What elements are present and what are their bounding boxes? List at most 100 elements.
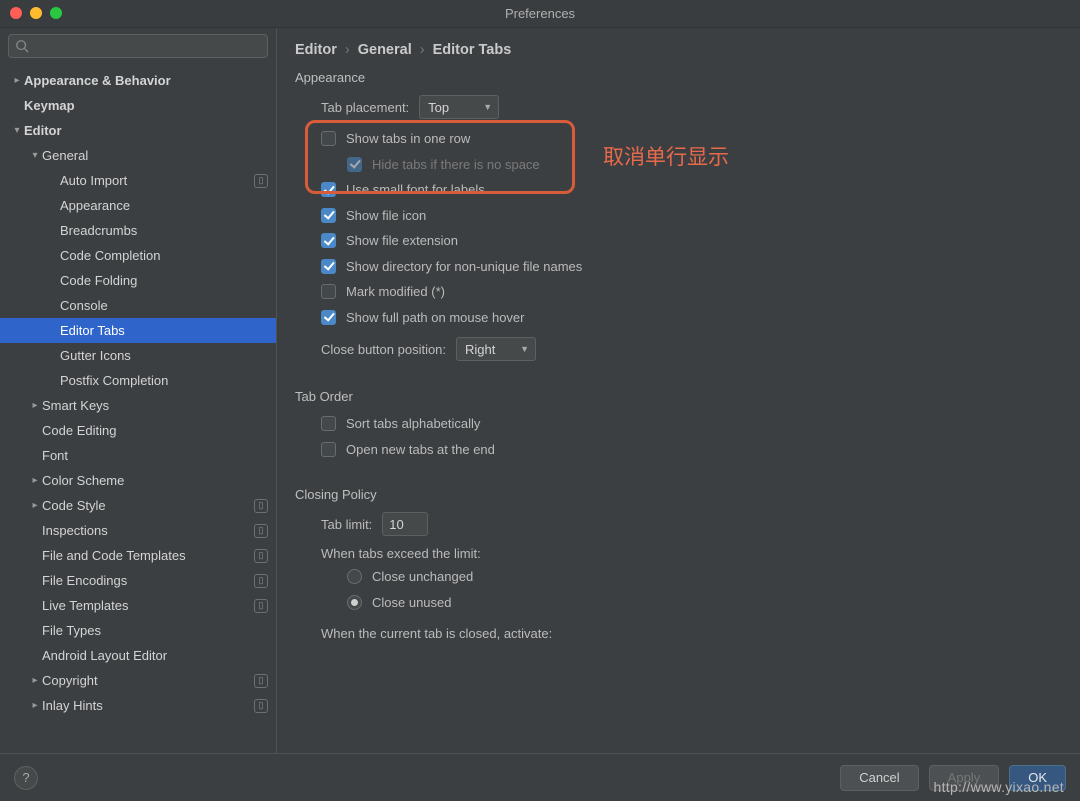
breadcrumb-item[interactable]: Editor [295, 42, 337, 58]
sidebar-item-auto-import[interactable]: Auto Import▯ [0, 168, 276, 193]
show-file-ext-checkbox[interactable] [321, 233, 336, 248]
sort-tabs-alpha-label: Sort tabs alphabetically [346, 414, 480, 434]
hide-tabs-no-space-label: Hide tabs if there is no space [372, 155, 540, 175]
project-scope-icon: ▯ [254, 674, 268, 688]
tab-placement-value: Top [428, 100, 449, 115]
sidebar-item-live-templates[interactable]: Live Templates ▯ [0, 593, 276, 618]
sidebar-item-label: Code Editing [42, 423, 268, 438]
preferences-sidebar: ▸Appearance & BehaviorKeymap▾Editor▾Gene… [0, 28, 277, 753]
project-scope-icon: ▯ [254, 524, 268, 538]
open-tabs-end-checkbox[interactable] [321, 442, 336, 457]
close-unchanged-radio[interactable] [347, 569, 362, 584]
sort-tabs-alpha-checkbox[interactable] [321, 416, 336, 431]
sidebar-item-appearance[interactable]: Appearance [0, 193, 276, 218]
closed-activate-label: When the current tab is closed, activate… [321, 626, 1062, 641]
sidebar-item-label: Code Folding [60, 273, 268, 288]
chevron-right-icon: ▸ [10, 75, 24, 86]
sidebar-item-breadcrumbs[interactable]: Breadcrumbs [0, 218, 276, 243]
sidebar-item-general[interactable]: ▾General [0, 143, 276, 168]
sidebar-item-label: Inspections [42, 523, 248, 538]
sidebar-item-inlay-hints[interactable]: ▸Inlay Hints ▯ [0, 693, 276, 718]
chevron-right-icon: › [420, 42, 425, 58]
close-unused-radio[interactable] [347, 595, 362, 610]
sidebar-item-label: Console [60, 298, 268, 313]
sidebar-item-postfix-completion[interactable]: Postfix Completion [0, 368, 276, 393]
sidebar-item-file-encodings[interactable]: File Encodings▯ [0, 568, 276, 593]
chevron-right-icon: ▸ [28, 700, 42, 711]
mark-modified-label: Mark modified (*) [346, 282, 445, 302]
show-file-ext-label: Show file extension [346, 231, 458, 251]
chevron-down-icon: ▼ [483, 102, 492, 112]
chevron-right-icon: ▸ [28, 400, 42, 411]
sidebar-item-label: Editor Tabs [60, 323, 268, 338]
sidebar-item-code-completion[interactable]: Code Completion [0, 243, 276, 268]
sidebar-item-label: Appearance [60, 198, 268, 213]
sidebar-item-appearance-behavior[interactable]: ▸Appearance & Behavior [0, 68, 276, 93]
sidebar-item-label: File Encodings [42, 573, 248, 588]
open-tabs-end-label: Open new tabs at the end [346, 440, 495, 460]
sidebar-item-code-editing[interactable]: Code Editing [0, 418, 276, 443]
sidebar-item-keymap[interactable]: Keymap [0, 93, 276, 118]
window-controls [10, 7, 62, 19]
tab-limit-input[interactable]: 10 [382, 512, 428, 536]
sidebar-item-file-and-code-templates[interactable]: File and Code Templates▯ [0, 543, 276, 568]
project-scope-icon: ▯ [254, 699, 268, 713]
sidebar-item-editor[interactable]: ▾Editor [0, 118, 276, 143]
zoom-window-icon[interactable] [50, 7, 62, 19]
sidebar-item-file-types[interactable]: File Types [0, 618, 276, 643]
show-full-path-checkbox[interactable] [321, 310, 336, 325]
sidebar-item-label: Smart Keys [42, 398, 268, 413]
show-tabs-one-row-label: Show tabs in one row [346, 129, 470, 149]
show-directory-checkbox[interactable] [321, 259, 336, 274]
sidebar-item-android-layout-editor[interactable]: Android Layout Editor [0, 643, 276, 668]
settings-tree[interactable]: ▸Appearance & BehaviorKeymap▾Editor▾Gene… [0, 64, 276, 753]
chevron-down-icon: ▾ [28, 150, 42, 161]
close-window-icon[interactable] [10, 7, 22, 19]
sidebar-item-label: Breadcrumbs [60, 223, 268, 238]
sidebar-item-label: Postfix Completion [60, 373, 268, 388]
close-button-position-value: Right [465, 342, 495, 357]
sidebar-item-font[interactable]: Font [0, 443, 276, 468]
sidebar-item-code-style[interactable]: ▸Code Style▯ [0, 493, 276, 518]
show-file-icon-label: Show file icon [346, 206, 426, 226]
cancel-button[interactable]: Cancel [840, 765, 918, 791]
dialog-footer: ? Cancel Apply OK [0, 753, 1080, 801]
chevron-right-icon: › [345, 42, 350, 58]
sidebar-item-label: Android Layout Editor [42, 648, 268, 663]
sidebar-item-smart-keys[interactable]: ▸Smart Keys [0, 393, 276, 418]
close-unused-label: Close unused [372, 593, 452, 613]
sidebar-item-gutter-icons[interactable]: Gutter Icons [0, 343, 276, 368]
sidebar-item-code-folding[interactable]: Code Folding [0, 268, 276, 293]
sidebar-item-label: Copyright [42, 673, 248, 688]
mark-modified-checkbox[interactable] [321, 284, 336, 299]
sidebar-item-label: General [42, 148, 268, 163]
breadcrumb-item[interactable]: General [358, 42, 412, 58]
close-button-position-select[interactable]: Right ▼ [456, 337, 536, 361]
chevron-right-icon: ▸ [28, 675, 42, 686]
sidebar-item-editor-tabs[interactable]: Editor Tabs [0, 318, 276, 343]
sidebar-item-inspections[interactable]: Inspections ▯ [0, 518, 276, 543]
small-font-label: Use small font for labels [346, 180, 485, 200]
settings-content: Editor › General › Editor Tabs Appearanc… [277, 28, 1080, 753]
tab-placement-select[interactable]: Top ▼ [419, 95, 499, 119]
project-scope-icon: ▯ [254, 599, 268, 613]
sidebar-item-label: Inlay Hints [42, 698, 248, 713]
minimize-window-icon[interactable] [30, 7, 42, 19]
chevron-down-icon: ▾ [10, 125, 24, 136]
small-font-checkbox[interactable] [321, 182, 336, 197]
sidebar-item-console[interactable]: Console [0, 293, 276, 318]
tab-limit-label: Tab limit: [321, 517, 372, 532]
show-full-path-label: Show full path on mouse hover [346, 308, 525, 328]
titlebar: Preferences [0, 0, 1080, 28]
sidebar-item-copyright[interactable]: ▸Copyright ▯ [0, 668, 276, 693]
sidebar-item-label: Live Templates [42, 598, 248, 613]
show-file-icon-checkbox[interactable] [321, 208, 336, 223]
chevron-down-icon: ▼ [520, 344, 529, 354]
sidebar-item-label: Color Scheme [42, 473, 268, 488]
sidebar-item-color-scheme[interactable]: ▸Color Scheme [0, 468, 276, 493]
sidebar-item-label: File Types [42, 623, 268, 638]
search-input[interactable] [8, 34, 268, 58]
show-tabs-one-row-checkbox[interactable] [321, 131, 336, 146]
sidebar-item-label: Appearance & Behavior [24, 73, 268, 88]
help-button[interactable]: ? [14, 766, 38, 790]
